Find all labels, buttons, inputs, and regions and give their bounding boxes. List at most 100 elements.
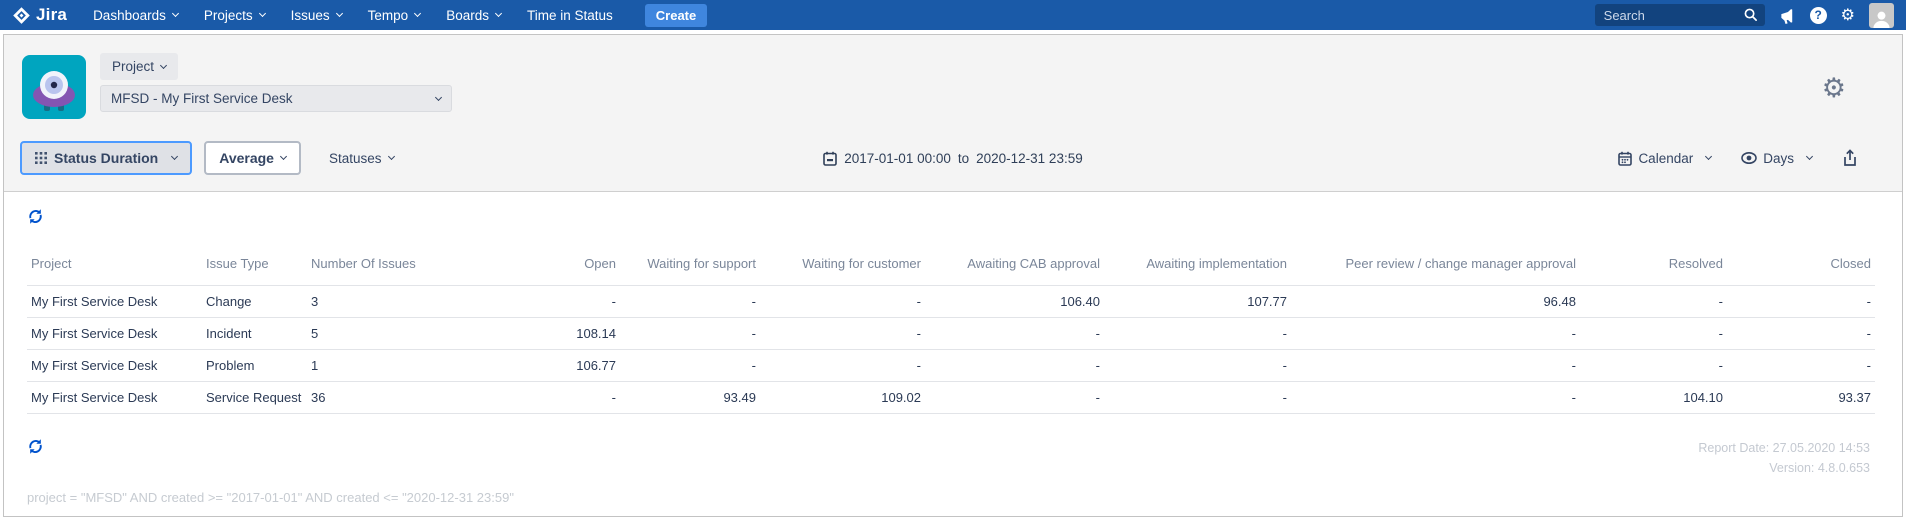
eye-icon — [1741, 152, 1757, 164]
col-closed: Closed — [1727, 256, 1875, 286]
report-type-button[interactable]: Status Duration — [20, 141, 192, 175]
report-toolbar: Status Duration Average Statuses — [20, 141, 1886, 175]
table-cell: - — [1291, 350, 1580, 382]
report-date: Report Date: 27.05.2020 14:53 — [1698, 438, 1870, 458]
project-select[interactable]: MFSD - My First Service Desk — [100, 85, 452, 112]
jira-logo[interactable]: Jira — [12, 5, 67, 25]
col-open: Open — [440, 256, 620, 286]
chevron-down-icon — [387, 153, 394, 160]
table-cell: - — [620, 350, 760, 382]
chevron-down-icon — [259, 10, 266, 17]
date-from: 2017-01-01 00:00 — [844, 151, 951, 166]
chevron-down-icon — [414, 10, 421, 17]
nav-time-in-status[interactable]: Time in Status — [527, 8, 613, 23]
table-cell: - — [760, 318, 925, 350]
settings-gear-icon[interactable]: ⚙ — [1822, 75, 1846, 102]
table-row: My First Service Desk Change 3 - - - 106… — [27, 286, 1875, 318]
search-box — [1595, 4, 1765, 26]
jira-logo-text: Jira — [36, 5, 67, 25]
user-avatar[interactable] — [1869, 3, 1894, 28]
refresh-icon[interactable] — [27, 438, 44, 455]
search-icon[interactable] — [1743, 7, 1758, 22]
table-cell: 36 — [307, 382, 440, 414]
jql-query: project = "MFSD" AND created >= "2017-01… — [27, 490, 1902, 505]
date-to: 2020-12-31 23:59 — [976, 151, 1083, 166]
table-cell: My First Service Desk — [27, 286, 202, 318]
table-cell: - — [1580, 286, 1727, 318]
grid-icon — [35, 152, 47, 164]
project-type-button[interactable]: Project — [100, 53, 178, 80]
table-cell: - — [760, 286, 925, 318]
table-cell: My First Service Desk — [27, 350, 202, 382]
table-cell: - — [440, 382, 620, 414]
search-input[interactable] — [1595, 4, 1765, 26]
chevron-down-icon — [172, 10, 179, 17]
report-version: Version: 4.8.0.653 — [1698, 458, 1870, 478]
report-panel: Project MFSD - My First Service Desk ⚙ — [3, 34, 1903, 517]
nav-issues[interactable]: Issues — [291, 8, 342, 23]
export-icon[interactable] — [1842, 149, 1858, 167]
jira-logo-icon — [12, 6, 31, 25]
table-cell: Incident — [202, 318, 307, 350]
report-meta: Report Date: 27.05.2020 14:53 Version: 4… — [1698, 438, 1870, 478]
help-icon[interactable]: ? — [1810, 7, 1827, 24]
col-peer-review: Peer review / change manager approval — [1291, 256, 1580, 286]
nav-boards[interactable]: Boards — [446, 8, 501, 23]
table-cell: - — [1727, 318, 1875, 350]
announcements-icon[interactable] — [1779, 7, 1796, 24]
table-cell: - — [1727, 286, 1875, 318]
create-button[interactable]: Create — [645, 4, 707, 27]
table-cell: My First Service Desk — [27, 318, 202, 350]
col-awaiting-cab-approval: Awaiting CAB approval — [925, 256, 1104, 286]
table-cell: - — [925, 382, 1104, 414]
chevron-down-icon — [171, 153, 178, 160]
table-cell: 93.49 — [620, 382, 760, 414]
panel-header: Project MFSD - My First Service Desk ⚙ — [4, 35, 1902, 192]
col-waiting-for-customer: Waiting for customer — [760, 256, 925, 286]
table-cell: 5 — [307, 318, 440, 350]
date-to-word: to — [958, 151, 969, 166]
table-cell: - — [1104, 350, 1291, 382]
table-cell: - — [620, 318, 760, 350]
nav-dashboards[interactable]: Dashboards — [93, 8, 178, 23]
col-issue-type: Issue Type — [202, 256, 307, 286]
project-avatar — [22, 55, 86, 119]
calendar-icon — [1618, 151, 1632, 166]
gear-icon[interactable]: ⚙ — [1841, 7, 1855, 23]
chevron-down-icon — [435, 93, 442, 100]
table-cell: 96.48 — [1291, 286, 1580, 318]
unit-dropdown[interactable]: Days — [1741, 151, 1812, 166]
table-cell: - — [1727, 350, 1875, 382]
status-duration-table: Project Issue Type Number Of Issues Open… — [27, 256, 1875, 414]
nav-projects[interactable]: Projects — [204, 8, 265, 23]
refresh-icon[interactable] — [27, 208, 44, 225]
table-cell: - — [925, 318, 1104, 350]
chevron-down-icon — [336, 10, 343, 17]
table-cell: - — [1104, 318, 1291, 350]
nav-tempo[interactable]: Tempo — [368, 8, 421, 23]
table-cell: Change — [202, 286, 307, 318]
table-cell: - — [620, 286, 760, 318]
table-cell: 1 — [307, 350, 440, 382]
calendar-dropdown[interactable]: Calendar — [1618, 151, 1711, 166]
table-cell: Problem — [202, 350, 307, 382]
chevron-down-icon — [1705, 153, 1712, 160]
table-cell: - — [1580, 318, 1727, 350]
statuses-dropdown[interactable]: Statuses — [329, 151, 394, 166]
table-cell: - — [1580, 350, 1727, 382]
table-cell: 109.02 — [760, 382, 925, 414]
report-body: Project Issue Type Number Of Issues Open… — [4, 192, 1902, 505]
col-waiting-for-support: Waiting for support — [620, 256, 760, 286]
date-range[interactable]: 2017-01-01 00:00 to 2020-12-31 23:59 — [823, 151, 1082, 166]
table-cell: - — [1291, 318, 1580, 350]
col-project: Project — [27, 256, 202, 286]
chevron-down-icon — [495, 10, 502, 17]
table-cell: - — [760, 350, 925, 382]
calendar-icon — [823, 151, 837, 166]
metric-dropdown[interactable]: Average — [204, 141, 301, 175]
table-row: My First Service Desk Incident 5 108.14 … — [27, 318, 1875, 350]
table-cell: My First Service Desk — [27, 382, 202, 414]
table-cell: 108.14 — [440, 318, 620, 350]
chevron-down-icon — [1806, 153, 1813, 160]
table-cell: - — [925, 350, 1104, 382]
